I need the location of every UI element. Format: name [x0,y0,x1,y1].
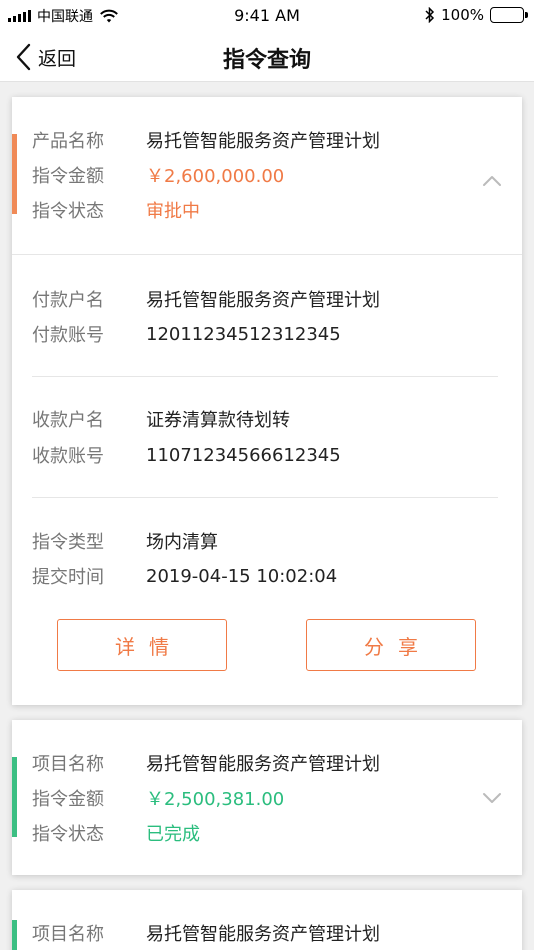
field-label: 指令类型 [32,532,104,553]
field-value: 2019-04-15 10:02:04 [146,565,338,587]
chevron-up-icon[interactable] [482,174,502,188]
field-label: 收款账号 [32,446,104,467]
status-right: 100% [425,6,528,24]
amount-value: ￥2,500,381.00 [146,789,285,810]
field-value: 11071234566612345 [146,444,341,466]
status-row: 指令状态 已完成 [32,820,200,846]
payer-name-row: 付款户名 易托管智能服务资产管理计划 [32,286,380,312]
status-bar: 中国联通 9:41 AM 100% [0,0,534,32]
field-label: 付款账号 [32,325,104,346]
project-name-row: 项目名称 易托管智能服务资产管理计划 [32,750,380,776]
share-button[interactable]: 分享 [306,619,476,671]
field-label: 项目名称 [32,924,104,945]
project-name-row: 项目名称 易托管智能服务资产管理计划 [32,920,380,946]
payee-name-row: 收款户名 证券清算款待划转 [32,406,290,432]
instruction-card[interactable]: 项目名称 易托管智能服务资产管理计划 指令金额 ￥2,500,381.00 指令… [12,720,522,875]
battery-icon [490,7,528,23]
field-label: 收款户名 [32,410,104,431]
payee-account-row: 收款账号 11071234566612345 [32,442,341,468]
nav-bar: 返回 指令查询 [0,32,534,82]
battery-percent: 100% [441,6,484,24]
field-value: 易托管智能服务资产管理计划 [146,131,380,152]
field-value: 易托管智能服务资产管理计划 [146,290,380,311]
submit-time-row: 提交时间 2019-04-15 10:02:04 [32,563,337,589]
status-accent-bar [12,920,17,950]
status-accent-bar [12,757,17,837]
amount-value: ￥2,600,000.00 [146,166,285,187]
field-label: 产品名称 [32,131,104,152]
amount-row: 指令金额 ￥2,600,000.00 [32,162,284,188]
instruction-card[interactable]: 项目名称 易托管智能服务资产管理计划 [12,890,522,950]
chevron-down-icon[interactable] [482,791,502,805]
instruction-type-row: 指令类型 场内清算 [32,528,218,554]
field-label: 指令金额 [32,789,104,810]
field-label: 指令状态 [32,824,104,845]
field-value: 证券清算款待划转 [146,410,290,431]
field-value: 易托管智能服务资产管理计划 [146,754,380,775]
page-title: 指令查询 [222,48,311,73]
status-accent-bar [12,134,17,214]
status-value: 已完成 [146,824,200,845]
detail-button[interactable]: 详情 [57,619,227,671]
field-label: 指令状态 [32,201,104,222]
payer-account-row: 付款账号 12011234512312345 [32,321,341,347]
field-label: 项目名称 [32,754,104,775]
bluetooth-icon [425,7,435,23]
instruction-card[interactable]: 产品名称 易托管智能服务资产管理计划 指令金额 ￥2,600,000.00 指令… [12,97,522,705]
divider [32,497,498,498]
status-row: 指令状态 审批中 [32,197,200,223]
field-value: 易托管智能服务资产管理计划 [146,924,380,945]
product-name-row: 产品名称 易托管智能服务资产管理计划 [32,127,380,153]
field-label: 付款户名 [32,290,104,311]
status-value: 审批中 [146,201,200,222]
field-value: 12011234512312345 [146,323,341,345]
divider [12,254,522,255]
field-label: 提交时间 [32,567,104,588]
amount-row: 指令金额 ￥2,500,381.00 [32,785,284,811]
field-value: 场内清算 [146,532,218,553]
divider [32,376,498,377]
field-label: 指令金额 [32,166,104,187]
